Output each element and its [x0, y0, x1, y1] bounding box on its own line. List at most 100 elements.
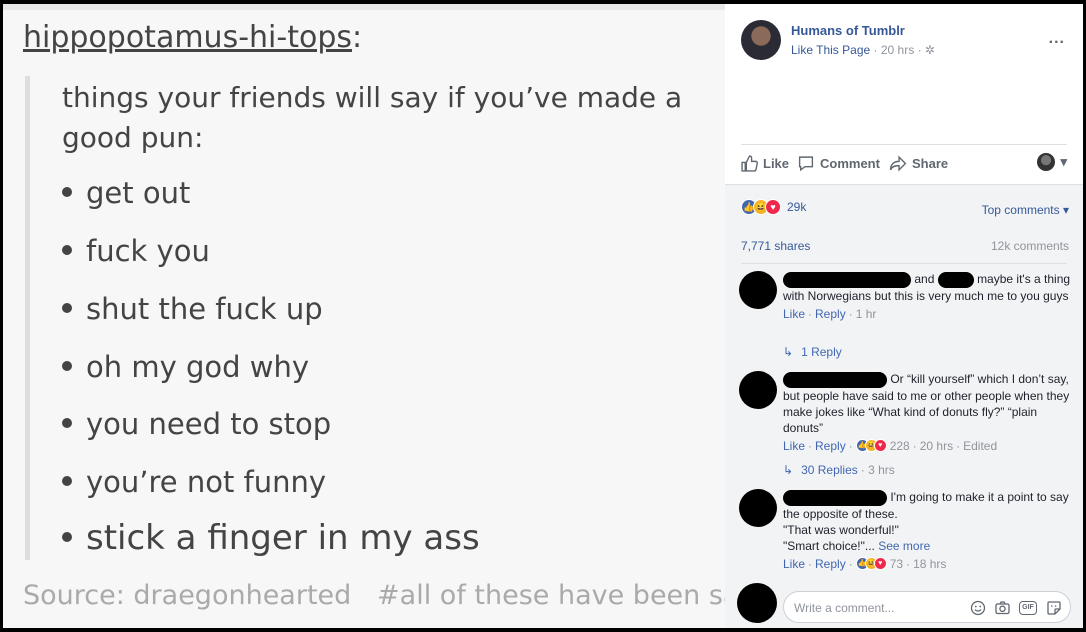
comment-line-2: "That was wonderful!": [783, 522, 899, 537]
comment-input-placeholder: Write a comment...: [794, 601, 895, 615]
screenshot-frame: hippopotamus-hi-tops: things your friend…: [3, 4, 1083, 628]
comment-time[interactable]: 18 hrs: [913, 556, 946, 572]
comment-input[interactable]: Write a comment... GIF: [783, 591, 1071, 623]
cropped-top-strip: [3, 4, 725, 10]
bullet-item: you need to stop: [62, 407, 331, 441]
post-tags: #all of these have been sa: [377, 580, 725, 611]
love-reaction-icon: ♥: [765, 199, 781, 215]
post-as-selector[interactable]: ▾: [1037, 153, 1067, 171]
comment-reply-link[interactable]: Reply: [815, 306, 846, 322]
camera-icon[interactable]: [994, 599, 1011, 616]
comment-text-mid: and: [914, 272, 935, 286]
caret-down-icon: ▾: [1062, 203, 1069, 217]
thumbs-up-icon: [741, 155, 758, 172]
divider: [741, 263, 1067, 264]
bullet-text: you’re not funny: [86, 465, 327, 499]
post-username-colon: :: [352, 20, 363, 55]
separator-dot: ·: [873, 43, 881, 57]
comment-reaction-icons[interactable]: 👍 😆 ♥: [855, 557, 887, 571]
shares-link[interactable]: 7,771 shares: [741, 239, 810, 253]
comment-reply-link[interactable]: Reply: [815, 438, 846, 454]
like-label: Like: [763, 156, 790, 171]
redacted-name: [783, 489, 887, 506]
bullet-dot-icon: [62, 361, 72, 371]
comment-like-link[interactable]: Like: [783, 306, 805, 322]
love-reaction-icon: ♥: [873, 557, 887, 571]
view-replies-link[interactable]: ↳ 30 Replies · 3 hrs: [783, 463, 895, 477]
redacted-name: [783, 271, 911, 288]
bullet-item: oh my god why: [62, 350, 309, 384]
gear-icon[interactable]: ✲: [925, 43, 935, 57]
page-avatar[interactable]: [741, 20, 781, 60]
comment-edited[interactable]: Edited: [963, 438, 997, 454]
comment-label: Comment: [820, 156, 880, 171]
comment-reaction-icons[interactable]: 👍 😆 ♥: [855, 439, 887, 453]
comment-text-block: Or “kill yourself” which I don’t say, bu…: [783, 371, 1073, 436]
post-quote-block: things your friends will say if you’ve m…: [25, 76, 715, 560]
bullet-item: stick a finger in my ass: [62, 518, 480, 558]
bullet-dot-icon: [62, 303, 72, 313]
comment-line-3-wrap: "Smart choice!"... See more: [783, 538, 1073, 554]
more-options-icon[interactable]: ...: [1049, 30, 1065, 48]
reaction-icons: 👍 😆 ♥: [741, 199, 781, 215]
commenter-avatar-redacted[interactable]: [739, 489, 777, 527]
bullet-text: get out: [86, 176, 191, 210]
comments-count-link[interactable]: 12k comments: [991, 239, 1069, 253]
bullet-item: shut the fuck up: [62, 292, 323, 326]
bullet-dot-icon: [62, 476, 72, 486]
page-name-link[interactable]: Humans of Tumblr: [791, 23, 905, 38]
comment-text-block: I'm going to make it a point to say the …: [783, 489, 1073, 522]
replies-count: 30 Replies: [801, 463, 858, 477]
bullet-dot-icon: [62, 418, 72, 428]
action-bar: Like Comment Share ▾: [741, 144, 1067, 182]
tumblr-post-image: hippopotamus-hi-tops: things your friend…: [3, 4, 725, 628]
bullet-item: you’re not funny: [62, 465, 326, 499]
replies-count: 1 Reply: [801, 345, 842, 359]
post-time[interactable]: 20 hrs: [881, 43, 914, 57]
like-page-link[interactable]: Like This Page: [791, 43, 870, 57]
comment-body: I'm going to make it a point to say the …: [783, 489, 1073, 572]
top-comments-dropdown[interactable]: Top comments ▾: [982, 203, 1069, 217]
viewer-avatar: [1037, 153, 1056, 171]
post-heading: things your friends will say if you’ve m…: [62, 81, 683, 154]
share-button[interactable]: Share: [889, 155, 948, 172]
comment-body: and maybe it's a thing with Norwegians b…: [783, 271, 1073, 322]
comment-meta: Like · Reply · 1 hr: [783, 306, 877, 322]
comment-time[interactable]: 1 hr: [856, 306, 877, 322]
comment-meta: Like · Reply · 👍 😆 ♥ 228 · 20 hrs · Edit…: [783, 438, 998, 454]
share-arrow-icon: [889, 155, 907, 172]
see-more-link[interactable]: See more: [878, 539, 930, 553]
commenter-avatar-redacted[interactable]: [739, 371, 777, 409]
emoji-icon[interactable]: [969, 599, 986, 616]
sticker-icon[interactable]: [1045, 599, 1062, 616]
composer-avatar-redacted: [737, 583, 777, 623]
comment-body: Or “kill yourself” which I don’t say, bu…: [783, 371, 1073, 454]
view-replies-link[interactable]: ↳ 1 Reply: [783, 345, 842, 359]
comment-reply-link[interactable]: Reply: [815, 556, 846, 572]
reactions-summary[interactable]: 👍 😆 ♥ 29k: [741, 199, 806, 215]
comment-text-block: and maybe it's a thing with Norwegians b…: [783, 271, 1073, 304]
post-source: Source: draegonhearted: [23, 580, 352, 611]
facebook-post-panel: Humans of Tumblr Like This Page · 20 hrs…: [725, 4, 1083, 628]
comment-time[interactable]: 20 hrs: [920, 438, 953, 454]
comment-button[interactable]: Comment: [797, 155, 880, 172]
redacted-tag: [937, 271, 974, 288]
bullet-dot-icon: [62, 187, 72, 197]
commenter-avatar-redacted[interactable]: [739, 271, 777, 309]
post-source-line: Source: draegonhearted #all of these hav…: [23, 580, 725, 611]
comment-like-link[interactable]: Like: [783, 438, 805, 454]
comment-like-link[interactable]: Like: [783, 556, 805, 572]
post-header: Humans of Tumblr Like This Page · 20 hrs…: [725, 4, 1083, 184]
top-comments-label: Top comments: [981, 203, 1060, 217]
comment-reaction-count[interactable]: 73: [890, 556, 903, 572]
bullet-dot-icon: [62, 531, 72, 542]
gif-icon[interactable]: GIF: [1019, 600, 1037, 615]
reply-arrow-icon: ↳: [783, 463, 794, 477]
post-username-line: hippopotamus-hi-tops:: [23, 20, 362, 55]
replies-time: 3 hrs: [868, 463, 895, 477]
comment-line-3: "Smart choice!"...: [783, 538, 875, 553]
bullet-text: stick a finger in my ass: [86, 518, 480, 558]
comment-reaction-count[interactable]: 228: [890, 438, 910, 454]
reaction-count: 29k: [787, 200, 807, 214]
like-button[interactable]: Like: [741, 155, 789, 172]
